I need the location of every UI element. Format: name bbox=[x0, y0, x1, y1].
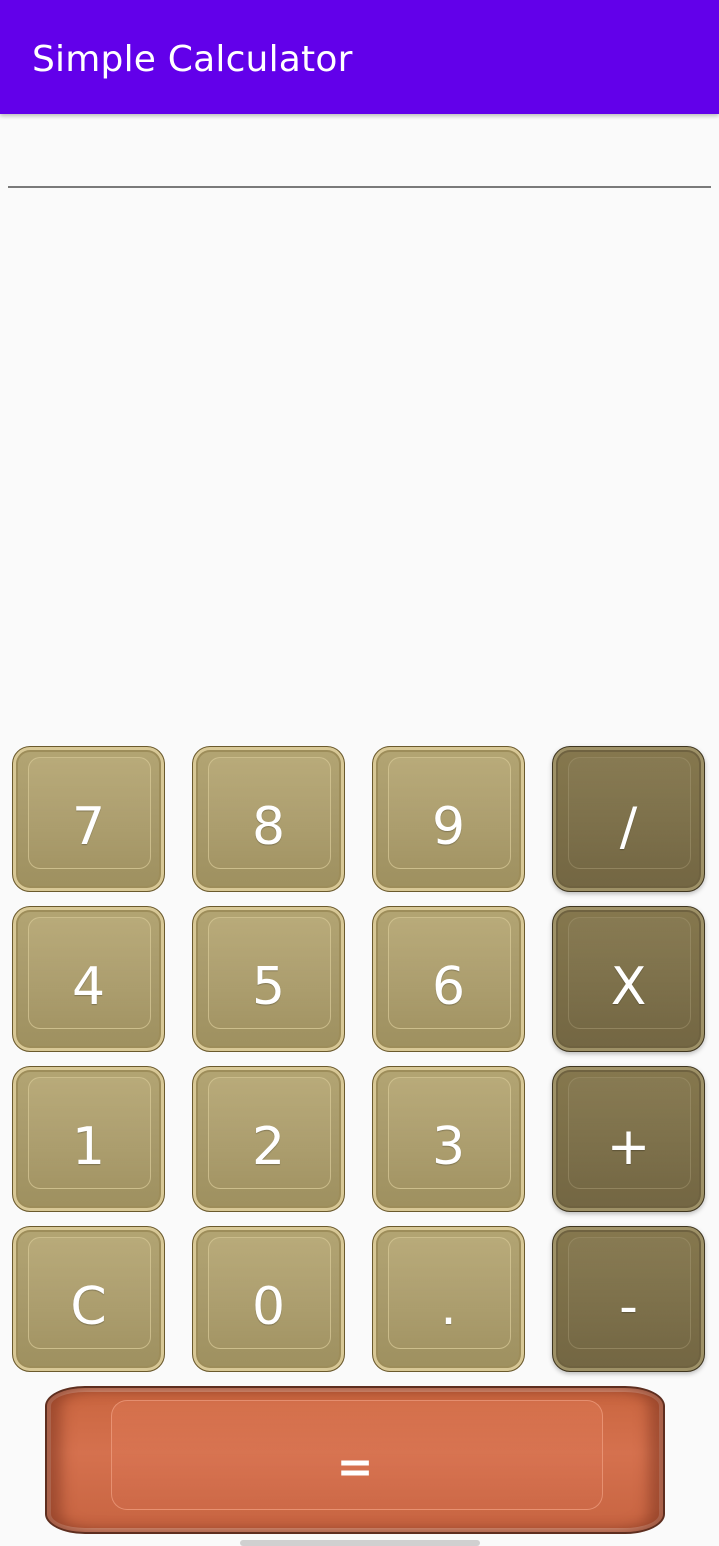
key-label: 0 bbox=[251, 1277, 286, 1337]
key-label: + bbox=[606, 1117, 651, 1177]
key-label: 2 bbox=[251, 1117, 286, 1177]
add-key[interactable]: + bbox=[552, 1066, 705, 1212]
app-bar: Simple Calculator bbox=[0, 0, 719, 114]
key-label: 4 bbox=[71, 957, 106, 1017]
key-label: 8 bbox=[251, 797, 286, 857]
key-6[interactable]: 6 bbox=[372, 906, 525, 1052]
calculator-display-input[interactable] bbox=[8, 130, 711, 188]
key-label: 3 bbox=[431, 1117, 466, 1177]
key-4[interactable]: 4 bbox=[12, 906, 165, 1052]
key-label: - bbox=[619, 1277, 638, 1337]
key-1[interactable]: 1 bbox=[12, 1066, 165, 1212]
app-title: Simple Calculator bbox=[32, 39, 353, 80]
key-label: 7 bbox=[71, 797, 106, 857]
key-9[interactable]: 9 bbox=[372, 746, 525, 892]
multiply-key[interactable]: X bbox=[552, 906, 705, 1052]
key-label: C bbox=[70, 1277, 107, 1337]
divide-key[interactable]: / bbox=[552, 746, 705, 892]
key-label: . bbox=[440, 1277, 457, 1337]
key-0[interactable]: 0 bbox=[192, 1226, 345, 1372]
subtract-key[interactable]: - bbox=[552, 1226, 705, 1372]
key-7[interactable]: 7 bbox=[12, 746, 165, 892]
equals-label: = bbox=[336, 1442, 374, 1493]
key-label: 1 bbox=[71, 1117, 106, 1177]
key-label: 6 bbox=[431, 957, 466, 1017]
equals-button[interactable]: = bbox=[45, 1386, 665, 1534]
key-2[interactable]: 2 bbox=[192, 1066, 345, 1212]
key-label: / bbox=[619, 797, 638, 857]
navigation-handle[interactable] bbox=[240, 1540, 480, 1546]
decimal-key[interactable]: . bbox=[372, 1226, 525, 1372]
key-label: 9 bbox=[431, 797, 466, 857]
key-label: X bbox=[610, 957, 647, 1017]
key-label: 5 bbox=[251, 957, 286, 1017]
key-8[interactable]: 8 bbox=[192, 746, 345, 892]
key-5[interactable]: 5 bbox=[192, 906, 345, 1052]
clear-key[interactable]: C bbox=[12, 1226, 165, 1372]
key-3[interactable]: 3 bbox=[372, 1066, 525, 1212]
